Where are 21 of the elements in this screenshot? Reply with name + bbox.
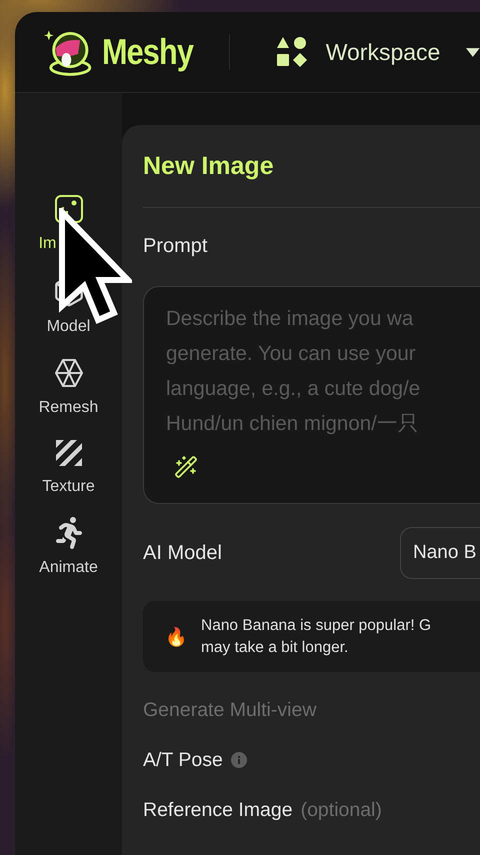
panel-title: New Image xyxy=(143,125,480,208)
prompt-label: Prompt xyxy=(143,234,208,258)
sidebar-item[interactable]: Texture xyxy=(24,438,114,496)
caret-icon[interactable] xyxy=(466,48,480,56)
fire-icon: 🔥 xyxy=(165,626,187,648)
workspace-menu[interactable]: Workspace xyxy=(276,36,440,68)
stripes-icon xyxy=(54,438,84,468)
optional-hint: (optional) xyxy=(300,798,382,822)
notice-text: Nano Banana is super popular! G may take a bit longer. xyxy=(201,616,432,658)
ai-model-label: AI Model xyxy=(143,542,222,564)
sidebar-item[interactable]: Animate xyxy=(24,517,114,577)
brand-name: Meshy xyxy=(102,31,193,73)
option-label: Generate Multi-view xyxy=(143,698,316,722)
mesh-icon xyxy=(52,357,84,389)
option-label: A/T Pose xyxy=(143,748,223,772)
prompt-field[interactable]: Describe the image you wa generate. You can use your language, e.g., a cute dog/e Hund/un chien mignon/一只 xyxy=(143,286,480,504)
model-select[interactable]: Nano B xyxy=(400,527,480,579)
option-label: Reference Image xyxy=(143,798,293,822)
shapes-icon xyxy=(276,36,308,68)
sidebar-item[interactable]: Remesh xyxy=(24,357,114,417)
magic-wand-icon[interactable] xyxy=(174,455,198,479)
